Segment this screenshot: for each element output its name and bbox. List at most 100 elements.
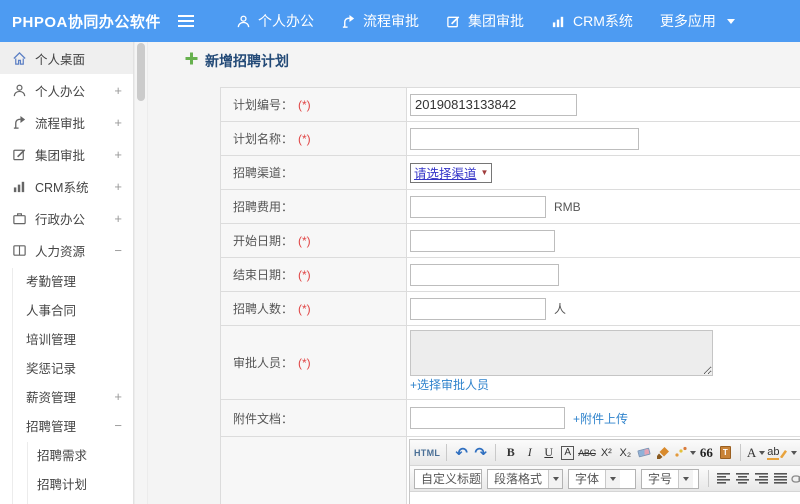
field-label: 计划编号： bbox=[233, 98, 294, 112]
select-value: 请选择渠道 bbox=[414, 167, 477, 181]
font-color-button[interactable]: A bbox=[747, 443, 766, 463]
sidebar-item-recruitment[interactable]: 招聘管理 − bbox=[0, 411, 133, 440]
select-arrow-icon: ▼ bbox=[480, 168, 489, 177]
required-mark: (*) bbox=[298, 355, 311, 370]
sidebar-item-training[interactable]: 培训管理 bbox=[0, 324, 133, 353]
paste-text-icon[interactable]: T bbox=[717, 443, 734, 463]
field-label: 招聘费用： bbox=[233, 200, 294, 214]
editor-toolbar-row2: 自定义标题 段落格式 字体 字号 bbox=[410, 466, 800, 492]
sidebar-item-hr-contract[interactable]: 人事合同 bbox=[0, 295, 133, 324]
required-mark: (*) bbox=[298, 267, 311, 282]
sidebar-item-admin-office[interactable]: 行政办公 + bbox=[0, 202, 133, 234]
sidebar-item-talent-pool[interactable]: 人才库 bbox=[0, 498, 133, 504]
field-label: 结束日期： bbox=[233, 268, 294, 282]
menu-toggle-icon[interactable] bbox=[178, 15, 194, 27]
expand-plus: + bbox=[114, 210, 122, 226]
topnav-item-group-approval[interactable]: 集团审批 bbox=[446, 11, 524, 31]
field-label: 审批人员： bbox=[233, 356, 294, 370]
required-mark: (*) bbox=[298, 97, 311, 112]
expand-plus: + bbox=[114, 178, 122, 194]
approver-textarea[interactable] bbox=[410, 330, 713, 376]
field-label: 计划名称： bbox=[233, 132, 294, 146]
font-size-dropdown[interactable]: 字号 bbox=[641, 468, 699, 489]
editor-content-area[interactable] bbox=[410, 492, 800, 504]
end-date-input[interactable] bbox=[410, 263, 559, 286]
bold-button[interactable]: B bbox=[502, 443, 519, 463]
unit-label: RMB bbox=[554, 199, 581, 214]
undo-icon[interactable]: ↶ bbox=[453, 443, 470, 463]
dropdown-arrow-icon bbox=[605, 469, 621, 488]
field-label: 开始日期： bbox=[233, 234, 294, 248]
paragraph-format-dropdown[interactable]: 段落格式 bbox=[487, 468, 563, 489]
sidebar-item-attendance[interactable]: 考勤管理 bbox=[0, 266, 133, 295]
sidebar-item-personal-office[interactable]: 个人办公 + bbox=[0, 74, 133, 106]
align-justify-icon[interactable] bbox=[772, 469, 789, 489]
field-label: 招聘人数： bbox=[233, 302, 294, 316]
italic-button[interactable]: I bbox=[521, 443, 538, 463]
sidebar: 个人桌面 个人办公 + 流程审批 + 集团审批 + CRM系统 + 行政办公 + bbox=[0, 42, 134, 504]
attachment-input[interactable] bbox=[410, 407, 565, 429]
align-center-icon[interactable] bbox=[734, 469, 751, 489]
main-content: 新增招聘计划 计划编号： (*) 计划名称： (*) 招聘渠道： 请选择渠道 ▼ bbox=[148, 42, 800, 504]
attachment-upload-link[interactable]: +附件上传 bbox=[573, 410, 628, 427]
sidebar-item-workflow-approval[interactable]: 流程审批 + bbox=[0, 106, 133, 138]
expand-plus: + bbox=[114, 146, 122, 162]
sidebar-scrollbar[interactable] bbox=[134, 42, 148, 504]
form-row-approver: 审批人员： (*) +选择审批人员 bbox=[221, 326, 800, 400]
sidebar-item-crm[interactable]: CRM系统 + bbox=[0, 170, 133, 202]
form-row-plan-no: 计划编号： (*) bbox=[221, 88, 800, 122]
sidebar-item-salary[interactable]: 薪资管理 + bbox=[0, 382, 133, 411]
sidebar-item-recruit-demand[interactable]: 招聘需求 bbox=[0, 440, 133, 469]
plan-no-input[interactable] bbox=[410, 93, 577, 116]
blockquote-button[interactable]: 66 bbox=[698, 443, 715, 463]
link-icon[interactable] bbox=[791, 469, 800, 489]
channel-select[interactable]: 请选择渠道 ▼ bbox=[410, 162, 493, 183]
html-source-button[interactable]: HTML bbox=[414, 443, 440, 463]
cost-input[interactable] bbox=[410, 195, 546, 218]
editor-toolbar-row1: HTML ↶ ↷ B I U A ABC X² X₂ 66 T A ab bbox=[410, 440, 800, 466]
format-brush-icon[interactable] bbox=[655, 443, 672, 463]
form-row-headcount: 招聘人数： (*) 人 bbox=[221, 292, 800, 326]
redo-icon[interactable]: ↷ bbox=[472, 443, 489, 463]
font-border-button[interactable]: A bbox=[559, 443, 576, 463]
add-icon bbox=[185, 52, 198, 70]
form-row-cost: 招聘费用： RMB bbox=[221, 190, 800, 224]
sidebar-item-hr[interactable]: 人力资源 − bbox=[0, 234, 133, 266]
form-row-attachment: 附件文档： +附件上传 bbox=[221, 400, 800, 437]
field-label: 附件文档： bbox=[233, 411, 294, 426]
topnav-item-workflow-approval[interactable]: 流程审批 bbox=[341, 11, 419, 31]
edit-icon bbox=[11, 146, 27, 162]
scrollbar-thumb[interactable] bbox=[137, 43, 145, 101]
subscript-button[interactable]: X₂ bbox=[617, 443, 634, 463]
headcount-input[interactable] bbox=[410, 297, 546, 320]
sidebar-item-rewards[interactable]: 奖惩记录 bbox=[0, 353, 133, 382]
highlight-color-button[interactable]: ab bbox=[767, 443, 798, 463]
sidebar-item-desktop[interactable]: 个人桌面 bbox=[0, 42, 133, 74]
auto-typeset-icon[interactable] bbox=[674, 443, 696, 463]
rich-text-editor: HTML ↶ ↷ B I U A ABC X² X₂ 66 T A ab 自定义… bbox=[409, 439, 800, 504]
unit-label: 人 bbox=[554, 302, 567, 316]
align-right-icon[interactable] bbox=[753, 469, 770, 489]
sidebar-item-recruit-plan[interactable]: 招聘计划 bbox=[0, 469, 133, 498]
topnav-item-personal-office[interactable]: 个人办公 bbox=[236, 11, 314, 31]
custom-title-dropdown[interactable]: 自定义标题 bbox=[414, 468, 495, 489]
topnav-item-crm[interactable]: CRM系统 bbox=[551, 11, 633, 31]
form-row-start-date: 开始日期： (*) bbox=[221, 224, 800, 258]
eraser-icon[interactable] bbox=[636, 443, 653, 463]
plan-name-input[interactable] bbox=[410, 127, 639, 150]
underline-button[interactable]: U bbox=[540, 443, 557, 463]
sidebar-item-group-approval[interactable]: 集团审批 + bbox=[0, 138, 133, 170]
form-row-end-date: 结束日期： (*) bbox=[221, 258, 800, 292]
choose-approver-link[interactable]: +选择审批人员 bbox=[410, 376, 489, 393]
start-date-input[interactable] bbox=[410, 229, 555, 252]
superscript-button[interactable]: X² bbox=[598, 443, 615, 463]
topnav-item-more-apps[interactable]: 更多应用 bbox=[660, 11, 735, 31]
align-left-icon[interactable] bbox=[715, 469, 732, 489]
user-icon bbox=[11, 82, 27, 98]
strikethrough-button[interactable]: ABC bbox=[578, 443, 596, 463]
caret-down-icon bbox=[726, 18, 735, 24]
page-title: 新增招聘计划 bbox=[205, 53, 289, 69]
font-family-dropdown[interactable]: 字体 bbox=[568, 468, 636, 489]
briefcase-icon bbox=[11, 210, 27, 226]
bar-chart-icon bbox=[11, 178, 27, 194]
